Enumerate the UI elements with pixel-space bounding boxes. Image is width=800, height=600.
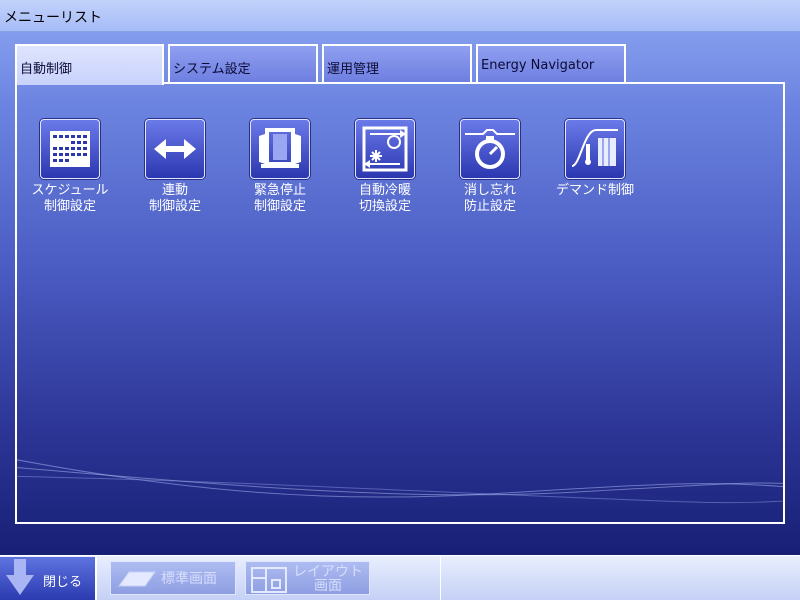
demand-control-icon	[565, 119, 625, 179]
menu-item-label: 自動冷暖 切換設定	[358, 183, 411, 214]
cool-heat-switch-item[interactable]: 自動冷暖 切換設定	[335, 119, 435, 215]
cool-heat-switch-icon	[355, 119, 415, 179]
tab-label: 自動制御	[20, 62, 73, 77]
standard-screen-button[interactable]: 標準画面	[110, 561, 236, 595]
tab-auto-control[interactable]: 自動制御	[15, 44, 164, 85]
down-arrow-icon	[6, 559, 34, 595]
window-title: メニューリスト	[4, 10, 102, 26]
tab-operation-management[interactable]: 運用管理	[322, 44, 472, 82]
emergency-stop-item[interactable]: 緊急停止 制御設定	[230, 119, 330, 215]
standard-screen-icon	[118, 571, 156, 587]
layout-screen-label: レイアウト 画面	[293, 564, 363, 594]
tab-energy-navigator[interactable]: Energy Navigator	[476, 44, 626, 82]
schedule-control-item[interactable]: スケジュール 制御設定	[20, 119, 120, 215]
interlock-control-item[interactable]: 連動 制御設定	[125, 119, 225, 215]
bottom-bar: 閉じる 標準画面 レイアウト 画面	[0, 555, 800, 600]
layout-screen-icon	[251, 567, 287, 593]
tab-label: 運用管理	[327, 62, 380, 77]
calendar-icon	[40, 119, 100, 179]
menu-item-label: デマンド制御	[555, 183, 634, 198]
close-button[interactable]: 閉じる	[0, 557, 97, 600]
close-label: 閉じる	[43, 575, 83, 590]
standard-screen-label: 標準画面	[161, 571, 217, 587]
menu-panel: スケジュール 制御設定 連動 制御設定 緊急停止 制御設定 自動冷暖 切換設定 …	[15, 82, 785, 524]
stopwatch-icon	[460, 119, 520, 179]
tab-label: システム設定	[173, 62, 251, 77]
divider	[440, 556, 441, 600]
tab-label: Energy Navigator	[481, 58, 595, 73]
emergency-stop-icon	[250, 119, 310, 179]
menu-item-label: 連動 制御設定	[148, 183, 201, 214]
menu-item-label: スケジュール 制御設定	[31, 183, 109, 214]
demand-control-item[interactable]: デマンド制御	[545, 119, 645, 199]
title-bar: メニューリスト	[0, 0, 800, 32]
double-arrow-icon	[145, 119, 205, 179]
menu-item-label: 消し忘れ 防止設定	[463, 183, 516, 214]
tab-system-settings[interactable]: システム設定	[168, 44, 318, 82]
menu-item-label: 緊急停止 制御設定	[253, 183, 306, 214]
layout-screen-button[interactable]: レイアウト 画面	[245, 561, 370, 595]
shutoff-reminder-item[interactable]: 消し忘れ 防止設定	[440, 119, 540, 215]
